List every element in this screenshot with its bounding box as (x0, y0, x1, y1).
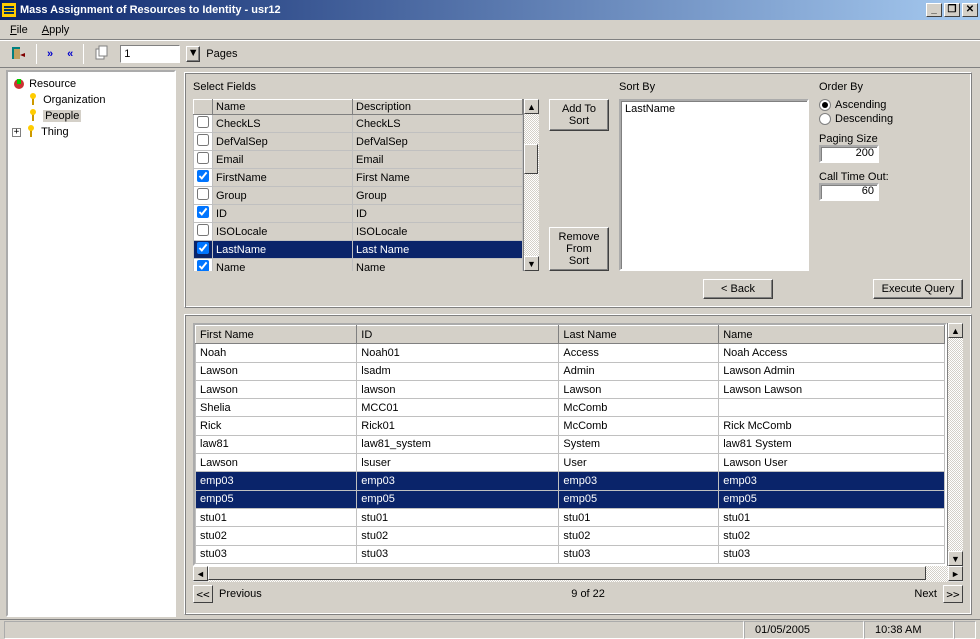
results-nav: << Previous 9 of 22 Next >> (193, 582, 963, 606)
page-position: 9 of 22 (571, 588, 605, 600)
prev-arrow-button[interactable]: << (193, 585, 213, 603)
field-checkbox[interactable] (197, 116, 209, 128)
previous-label[interactable]: Previous (219, 588, 262, 600)
menu-apply[interactable]: Apply (38, 23, 74, 37)
field-row[interactable]: EmailEmail (194, 151, 523, 169)
field-checkbox[interactable] (197, 188, 209, 200)
toolbar-icon-door[interactable] (6, 43, 30, 66)
next-arrow-button[interactable]: >> (943, 585, 963, 603)
field-checkbox[interactable] (197, 224, 209, 236)
field-checkbox[interactable] (197, 260, 209, 271)
app-icon (2, 3, 16, 17)
result-row[interactable]: LawsonlawsonLawsonLawson Lawson (196, 380, 945, 398)
paging-size-input[interactable]: 200 (819, 145, 879, 163)
results-group: First NameIDLast NameNameNoahNoah01Acces… (184, 314, 972, 615)
nav-forward-fast[interactable]: » (43, 46, 57, 62)
paging-size-label: Paging Size (819, 133, 939, 145)
order-by-label: Order By (819, 81, 939, 93)
field-row[interactable]: IDID (194, 205, 523, 223)
status-time: 10:38 AM (864, 621, 954, 639)
window-title: Mass Assignment of Resources to Identity… (20, 4, 281, 16)
maximize-button[interactable]: ❐ (944, 3, 960, 17)
field-row[interactable]: DefValSepDefValSep (194, 133, 523, 151)
page-number-input[interactable]: 1 (120, 45, 180, 63)
minimize-button[interactable]: _ (926, 3, 942, 17)
status-date: 01/05/2005 (744, 621, 864, 639)
tree-item-organization[interactable]: Organization (12, 92, 170, 108)
pages-label: Pages (206, 48, 237, 60)
resource-tree[interactable]: Resource Organization People + Thing (6, 70, 176, 617)
field-row[interactable]: GroupGroup (194, 187, 523, 205)
tree-root[interactable]: Resource (12, 76, 170, 92)
results-vscroll[interactable]: ▲▼ (947, 323, 963, 566)
field-checkbox[interactable] (197, 206, 209, 218)
timeout-label: Call Time Out: (819, 171, 939, 183)
sort-item[interactable]: LastName (625, 103, 803, 115)
field-checkbox[interactable] (197, 242, 209, 254)
result-row[interactable]: stu02stu02stu02stu02 (196, 527, 945, 545)
result-row[interactable]: emp03emp03emp03emp03 (196, 472, 945, 490)
sort-list[interactable]: LastName (619, 99, 809, 271)
close-button[interactable]: ✕ (962, 3, 978, 17)
field-checkbox[interactable] (197, 152, 209, 164)
next-label[interactable]: Next (914, 588, 937, 600)
nav-back-fast[interactable]: « (63, 46, 77, 62)
criteria-group: Select Fields NameDescriptionCheckLSChec… (184, 72, 972, 308)
result-row[interactable]: law81law81_systemSystemlaw81 System (196, 435, 945, 453)
add-to-sort-button[interactable]: Add To Sort (549, 99, 609, 131)
field-checkbox[interactable] (197, 170, 209, 182)
field-row[interactable]: FirstNameFirst Name (194, 169, 523, 187)
fields-scrollbar[interactable]: ▲ ▼ (523, 99, 539, 271)
result-row[interactable]: RickRick01McCombRick McComb (196, 417, 945, 435)
toolbar: » « 1 ▼ Pages (0, 40, 980, 68)
result-row[interactable]: NoahNoah01AccessNoah Access (196, 344, 945, 362)
tree-expand-icon[interactable]: + (12, 128, 21, 137)
fields-table[interactable]: NameDescriptionCheckLSCheckLSDefValSepDe… (193, 99, 523, 271)
menu-file[interactable]: File (6, 23, 32, 37)
statusbar: 01/05/2005 10:38 AM (0, 619, 980, 639)
tree-item-people[interactable]: People (12, 108, 170, 124)
sort-by-label: Sort By (619, 81, 809, 93)
order-ascending-radio[interactable]: Ascending (819, 99, 939, 111)
results-grid[interactable]: First NameIDLast NameNameNoahNoah01Acces… (193, 323, 947, 566)
result-row[interactable]: emp05emp05emp05emp05 (196, 490, 945, 508)
field-row[interactable]: CheckLSCheckLS (194, 115, 523, 133)
result-row[interactable]: LawsonlsuserUserLawson User (196, 454, 945, 472)
select-fields-label: Select Fields (193, 81, 539, 93)
field-row[interactable]: LastNameLast Name (194, 241, 523, 259)
toolbar-icon-pages[interactable] (90, 43, 114, 66)
back-button[interactable]: < Back (703, 279, 773, 299)
remove-from-sort-button[interactable]: Remove From Sort (549, 227, 609, 271)
result-row[interactable]: stu03stu03stu03stu03 (196, 545, 945, 563)
titlebar: Mass Assignment of Resources to Identity… (0, 0, 980, 20)
field-row[interactable]: NameName (194, 259, 523, 272)
field-checkbox[interactable] (197, 134, 209, 146)
result-row[interactable]: SheliaMCC01McComb (196, 399, 945, 417)
timeout-input[interactable]: 60 (819, 183, 879, 201)
order-descending-radio[interactable]: Descending (819, 113, 939, 125)
tree-item-thing[interactable]: + Thing (12, 124, 170, 140)
result-row[interactable]: LawsonlsadmAdminLawson Admin (196, 362, 945, 380)
page-dropdown[interactable]: ▼ (186, 46, 200, 62)
field-row[interactable]: ISOLocaleISOLocale (194, 223, 523, 241)
execute-query-button[interactable]: Execute Query (873, 279, 963, 299)
result-row[interactable]: stu01stu01stu01stu01 (196, 508, 945, 526)
menubar: File Apply (0, 20, 980, 40)
results-hscroll[interactable]: ◄► (193, 566, 963, 582)
